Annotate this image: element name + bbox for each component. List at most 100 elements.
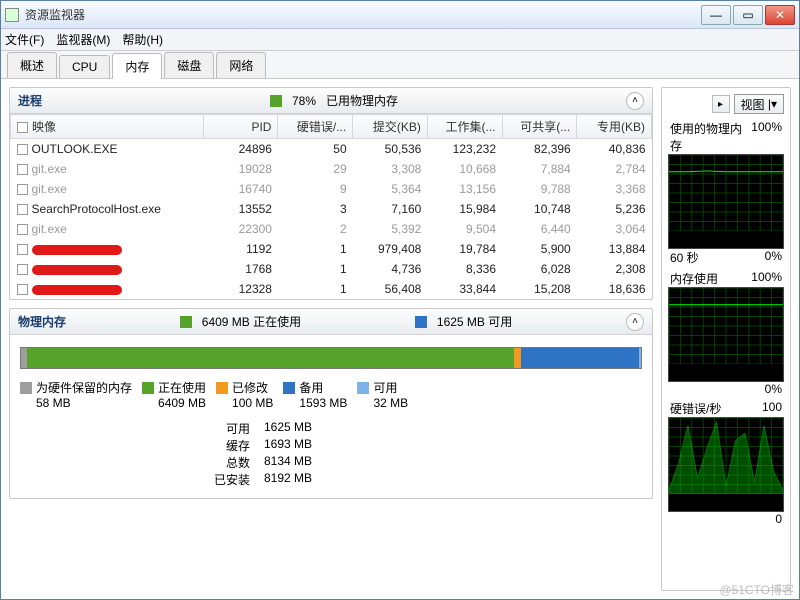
tab-cpu[interactable]: CPU	[59, 55, 110, 78]
collapse-icon[interactable]: ˄	[626, 313, 644, 331]
row-checkbox[interactable]	[17, 144, 28, 155]
column-header[interactable]: PID	[203, 115, 278, 139]
side-column: ▸ 视图 |▾ 使用的物理内存100%60 秒0%内存使用100%0%硬错误/秒…	[661, 87, 791, 591]
legend-color-icon	[142, 382, 154, 394]
table-row[interactable]: 11921979,40819,7845,90013,884	[11, 239, 652, 259]
redacted-text	[32, 265, 122, 275]
row-checkbox[interactable]	[17, 244, 28, 255]
stat-row: 总数8134 MB	[210, 454, 652, 471]
physmem-header[interactable]: 物理内存 6409 MB 正在使用 1625 MB 可用 ˄	[10, 309, 652, 335]
table-row[interactable]: git.exe2230025,3929,5046,4403,064	[11, 219, 652, 239]
content-area: 进程 78% 已用物理内存 ˄ 映像PID硬错误/...提交(KB)工作集(..…	[1, 79, 799, 599]
usage-label: 已用物理内存	[326, 92, 398, 109]
chart-prev-button[interactable]: ▸	[712, 95, 730, 113]
usage-color-icon	[270, 95, 282, 107]
process-table: 映像PID硬错误/...提交(KB)工作集(...可共享(...专用(KB) O…	[10, 114, 652, 299]
table-row[interactable]: git.exe1674095,36413,1569,7883,368	[11, 179, 652, 199]
side-toolbar: ▸ 视图 |▾	[668, 94, 784, 114]
table-row[interactable]: OUTLOOK.EXE248965050,536123,23282,39640,…	[11, 139, 652, 160]
menu-file[interactable]: 文件(F)	[5, 31, 44, 48]
tab-strip: 概述 CPU 内存 磁盘 网络	[1, 51, 799, 79]
main-column: 进程 78% 已用物理内存 ˄ 映像PID硬错误/...提交(KB)工作集(..…	[9, 87, 653, 591]
tab-disk[interactable]: 磁盘	[164, 52, 214, 78]
usage-percent: 78%	[292, 94, 316, 108]
processes-header[interactable]: 进程 78% 已用物理内存 ˄	[10, 88, 652, 114]
chart-title: 使用的物理内存	[670, 120, 751, 154]
watermark: @51CTO博客	[719, 581, 794, 598]
chart-max: 100%	[751, 270, 782, 287]
chart-max: 100	[762, 400, 782, 417]
close-button[interactable]: ✕	[765, 5, 795, 25]
column-header[interactable]: 可共享(...	[502, 115, 577, 139]
maximize-button[interactable]: ▭	[733, 5, 763, 25]
chart	[668, 287, 784, 382]
memory-bar	[20, 347, 642, 369]
mem-segment	[514, 348, 521, 368]
memory-stats: 可用1625 MB缓存1693 MB总数8134 MB已安装8192 MB	[10, 416, 652, 498]
legend-color-icon	[283, 382, 295, 394]
chart	[668, 154, 784, 249]
app-window: 资源监视器 — ▭ ✕ 文件(F) 监视器(M) 帮助(H) 概述 CPU 内存…	[0, 0, 800, 600]
physical-memory-panel: 物理内存 6409 MB 正在使用 1625 MB 可用 ˄ 为硬件保留的内存5…	[9, 308, 653, 499]
redacted-text	[32, 245, 122, 255]
table-row[interactable]: 12328156,40833,84415,20818,636	[11, 279, 652, 299]
stat-row: 可用1625 MB	[210, 420, 652, 437]
titlebar[interactable]: 资源监视器 — ▭ ✕	[1, 1, 799, 29]
menubar: 文件(F) 监视器(M) 帮助(H)	[1, 29, 799, 51]
chart	[668, 417, 784, 512]
processes-title: 进程	[18, 92, 42, 109]
view-button[interactable]: 视图 |▾	[734, 94, 785, 114]
menu-monitor[interactable]: 监视器(M)	[56, 31, 110, 48]
column-header[interactable]: 映像	[11, 115, 204, 139]
inuse-color-icon	[180, 316, 192, 328]
processes-panel: 进程 78% 已用物理内存 ˄ 映像PID硬错误/...提交(KB)工作集(..…	[9, 87, 653, 300]
row-checkbox[interactable]	[17, 184, 28, 195]
collapse-icon[interactable]: ˄	[626, 92, 644, 110]
table-row[interactable]: git.exe19028293,30810,6687,8842,784	[11, 159, 652, 179]
row-checkbox[interactable]	[17, 164, 28, 175]
chart-title: 硬错误/秒	[670, 400, 721, 417]
chart-title: 内存使用	[670, 270, 718, 287]
mem-segment	[27, 348, 514, 368]
mem-segment	[521, 348, 639, 368]
redacted-text	[32, 285, 122, 295]
legend-item: 备用1593 MB	[283, 379, 347, 410]
memory-legend: 为硬件保留的内存58 MB 正在使用6409 MB 已修改100 MB 备用1593 …	[10, 379, 652, 416]
menu-help[interactable]: 帮助(H)	[122, 31, 163, 48]
row-checkbox[interactable]	[17, 204, 28, 215]
avail-label: 1625 MB 可用	[437, 313, 512, 330]
physmem-title: 物理内存	[18, 313, 66, 330]
column-header[interactable]: 专用(KB)	[577, 115, 652, 139]
window-buttons: — ▭ ✕	[699, 5, 795, 25]
row-checkbox[interactable]	[17, 284, 28, 295]
chart-max: 100%	[751, 120, 782, 154]
tab-overview[interactable]: 概述	[7, 52, 57, 78]
column-header[interactable]: 工作集(...	[427, 115, 502, 139]
window-title: 资源监视器	[25, 6, 699, 23]
row-checkbox[interactable]	[17, 264, 28, 275]
legend-color-icon	[357, 382, 369, 394]
chart-x-right: 0%	[765, 382, 782, 396]
avail-color-icon	[415, 316, 427, 328]
row-checkbox[interactable]	[17, 224, 28, 235]
chart-x-right: 0%	[765, 249, 782, 266]
tab-network[interactable]: 网络	[216, 52, 266, 78]
minimize-button[interactable]: —	[701, 5, 731, 25]
chart-x-right: 0	[775, 512, 782, 526]
column-header[interactable]: 提交(KB)	[353, 115, 428, 139]
app-icon	[5, 8, 19, 22]
legend-item: 正在使用6409 MB	[142, 379, 206, 410]
column-header[interactable]: 硬错误/...	[278, 115, 353, 139]
mem-segment	[639, 348, 641, 368]
table-row[interactable]: SearchProtocolHost.exe1355237,16015,9841…	[11, 199, 652, 219]
tab-memory[interactable]: 内存	[112, 53, 162, 79]
legend-item: 可用32 MB	[357, 379, 408, 410]
table-row[interactable]: 176814,7368,3366,0282,308	[11, 259, 652, 279]
stat-row: 缓存1693 MB	[210, 437, 652, 454]
legend-color-icon	[20, 382, 32, 394]
legend-item: 已修改100 MB	[216, 379, 273, 410]
inuse-label: 6409 MB 正在使用	[202, 313, 301, 330]
stat-row: 已安装8192 MB	[210, 471, 652, 488]
chart-x-left: 60 秒	[670, 249, 699, 266]
legend-item: 为硬件保留的内存58 MB	[20, 379, 132, 410]
